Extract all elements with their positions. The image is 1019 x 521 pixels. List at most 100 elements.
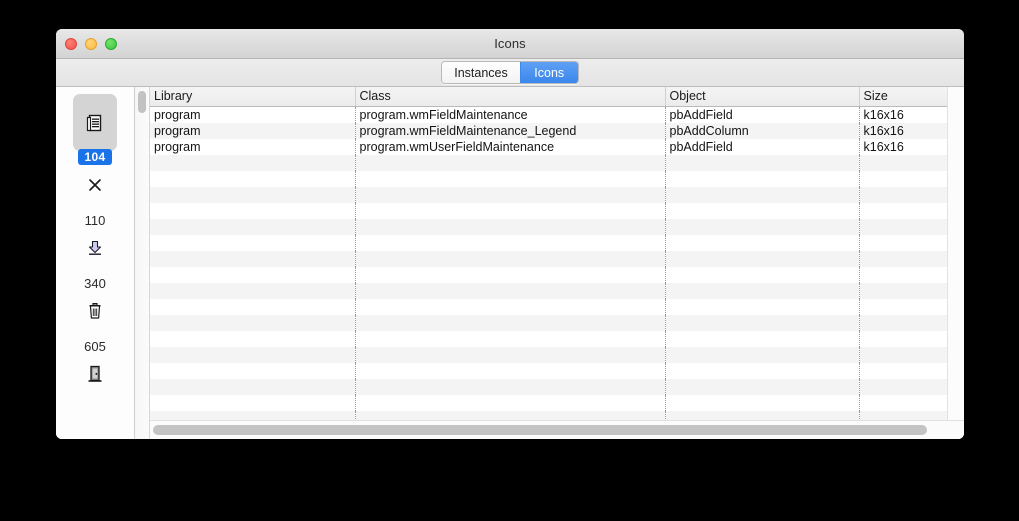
table-cell	[150, 267, 356, 283]
table-cell	[355, 347, 666, 363]
table-row[interactable]	[150, 315, 947, 331]
toolbar: Instances Icons	[56, 59, 964, 87]
column-header-library[interactable]: Library	[150, 87, 356, 107]
table-row[interactable]	[150, 395, 947, 411]
column-header-object[interactable]: Object	[665, 87, 860, 107]
application-window: Icons Instances Icons 104 110 340 605 Li…	[56, 29, 964, 439]
table-cell: k16x16	[859, 123, 947, 139]
close-x-icon	[87, 177, 103, 193]
vertical-scrollbar-thumb[interactable]	[138, 91, 146, 113]
download-arrow-icon	[86, 239, 104, 257]
tab-instances[interactable]: Instances	[442, 62, 520, 83]
sidebar-item-download[interactable]: 340	[56, 228, 134, 291]
sidebar-tile-documents[interactable]	[73, 94, 117, 151]
table-cell	[355, 379, 666, 395]
vertical-scrollbar[interactable]	[135, 87, 150, 439]
sidebar-count-close: 110	[84, 213, 106, 228]
table-row[interactable]	[150, 379, 947, 395]
tab-icons[interactable]: Icons	[519, 62, 578, 83]
table-cell	[355, 155, 666, 171]
column-header-class[interactable]: Class	[355, 87, 666, 107]
table-cell	[150, 155, 356, 171]
table-row[interactable]	[150, 267, 947, 283]
table-row[interactable]	[150, 155, 947, 171]
table-row[interactable]: program program.wmUserFieldMaintenance pbA…	[150, 139, 947, 155]
table-cell	[355, 283, 666, 299]
table-cell	[150, 347, 356, 363]
table-row[interactable]	[150, 219, 947, 235]
sidebar-item-documents[interactable]: 104	[56, 93, 134, 165]
close-button[interactable]	[65, 37, 77, 50]
table-row[interactable]	[150, 187, 947, 203]
sidebar-tile-trash[interactable]	[87, 291, 103, 331]
table-cell	[859, 379, 947, 395]
table-cell	[665, 363, 860, 379]
door-exit-icon	[86, 364, 104, 384]
table-cell	[355, 267, 666, 283]
zoom-button[interactable]	[105, 37, 117, 50]
table-cell	[665, 267, 860, 283]
table-cell	[150, 203, 356, 219]
table-cell	[859, 331, 947, 347]
table-row[interactable]	[150, 283, 947, 299]
horizontal-scrollbar-thumb[interactable]	[153, 425, 927, 435]
table-cell	[355, 219, 666, 235]
table-row[interactable]: program program.wmFieldMaintenance_Legend…	[150, 123, 947, 139]
table-cell	[859, 251, 947, 267]
table-cell	[150, 379, 356, 395]
table-cell	[150, 171, 356, 187]
sidebar-item-trash[interactable]: 605	[56, 291, 134, 354]
sidebar-item-close[interactable]: 110	[56, 165, 134, 228]
table-cell: pbAddField	[665, 106, 860, 123]
table-cell	[150, 363, 356, 379]
table-cell	[859, 267, 947, 283]
table-cell: k16x16	[859, 139, 947, 155]
table-row[interactable]	[150, 331, 947, 347]
table-row[interactable]	[150, 251, 947, 267]
table-body: program program.wmFieldMaintenance pbAddFi…	[150, 106, 947, 427]
window-controls[interactable]	[65, 29, 117, 58]
table-row[interactable]	[150, 347, 947, 363]
trash-icon	[87, 302, 103, 320]
sidebar: 104 110 340 605	[56, 87, 135, 439]
table-cell	[150, 187, 356, 203]
sidebar-tile-close[interactable]	[87, 165, 103, 205]
table-row[interactable]	[150, 203, 947, 219]
minimize-button[interactable]	[85, 37, 97, 50]
table-cell	[355, 203, 666, 219]
sidebar-count-download: 340	[84, 276, 106, 291]
table-cell	[150, 235, 356, 251]
document-list-icon	[85, 113, 105, 133]
table-cell: program.wmUserFieldMaintenance	[355, 139, 666, 155]
table-cell	[150, 395, 356, 411]
table-cell	[665, 299, 860, 315]
table-cell	[150, 251, 356, 267]
table-cell	[859, 299, 947, 315]
table-cell	[355, 395, 666, 411]
column-header-size[interactable]: Size	[859, 87, 947, 107]
sidebar-tile-exit[interactable]	[86, 354, 104, 394]
table-row[interactable]	[150, 299, 947, 315]
table-cell	[355, 251, 666, 267]
table-cell	[859, 347, 947, 363]
table-cell	[665, 235, 860, 251]
data-grid: Library Class Object Size program program…	[150, 87, 947, 427]
table-row[interactable]	[150, 171, 947, 187]
table-cell: program.wmFieldMaintenance_Legend	[355, 123, 666, 139]
table-area: Library Class Object Size program program…	[150, 87, 964, 439]
horizontal-scrollbar[interactable]	[150, 420, 964, 439]
sidebar-item-exit[interactable]	[56, 354, 134, 402]
table-row[interactable]	[150, 363, 947, 379]
table-cell	[859, 187, 947, 203]
table-cell	[665, 347, 860, 363]
table-cell	[355, 331, 666, 347]
sidebar-tile-download[interactable]	[86, 228, 104, 268]
tab-segmented-control[interactable]: Instances Icons	[441, 61, 579, 84]
table-row[interactable]: program program.wmFieldMaintenance pbAddFi…	[150, 106, 947, 123]
table-row[interactable]	[150, 235, 947, 251]
table-header: Library Class Object Size	[150, 87, 947, 107]
table-cell	[150, 219, 356, 235]
table-cell	[665, 251, 860, 267]
table-cell	[150, 283, 356, 299]
table-cell	[859, 235, 947, 251]
